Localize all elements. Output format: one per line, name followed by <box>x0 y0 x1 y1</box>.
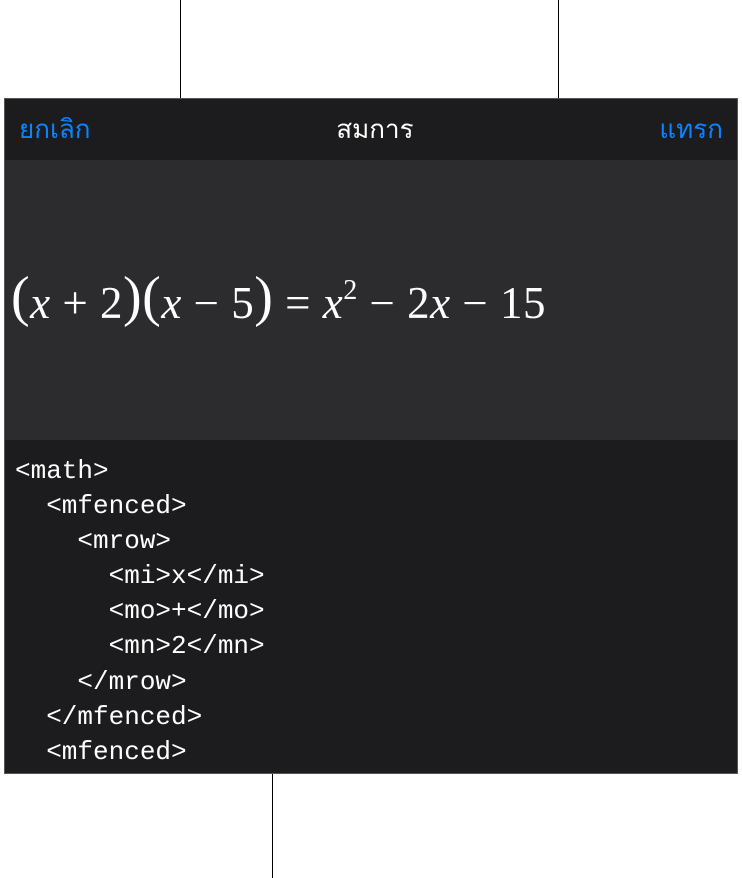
code-line: </mrow> <box>15 667 187 697</box>
callout-line-insert <box>558 0 559 108</box>
code-line: <mo>+</mo> <box>15 596 265 626</box>
code-line: <mrow> <box>15 526 171 556</box>
code-line: <mfenced> <box>15 737 187 767</box>
equation-rendered: (x + 2)(x − 5) = x2 − 2x − 15 <box>11 268 546 332</box>
cancel-button[interactable]: ยกเลิก <box>19 109 91 150</box>
code-line: <mi>x</mi> <box>15 561 265 591</box>
callout-line-code <box>272 774 273 878</box>
code-line: <mfenced> <box>15 491 187 521</box>
code-line: <math> <box>15 456 109 486</box>
mathml-code-input[interactable]: <math> <mfenced> <mrow> <mi>x</mi> <mo>+… <box>5 440 737 773</box>
panel-title: สมการ <box>336 109 413 150</box>
panel-header: ยกเลิก สมการ แทรก <box>5 99 737 160</box>
code-line: <mrow> <box>15 772 171 773</box>
code-line: </mfenced> <box>15 702 202 732</box>
equation-editor-panel: ยกเลิก สมการ แทรก (x + 2)(x − 5) = x2 − … <box>4 98 738 774</box>
equation-preview: (x + 2)(x − 5) = x2 − 2x − 15 <box>5 160 737 440</box>
insert-button[interactable]: แทรก <box>659 109 723 150</box>
code-line: <mn>2</mn> <box>15 631 265 661</box>
